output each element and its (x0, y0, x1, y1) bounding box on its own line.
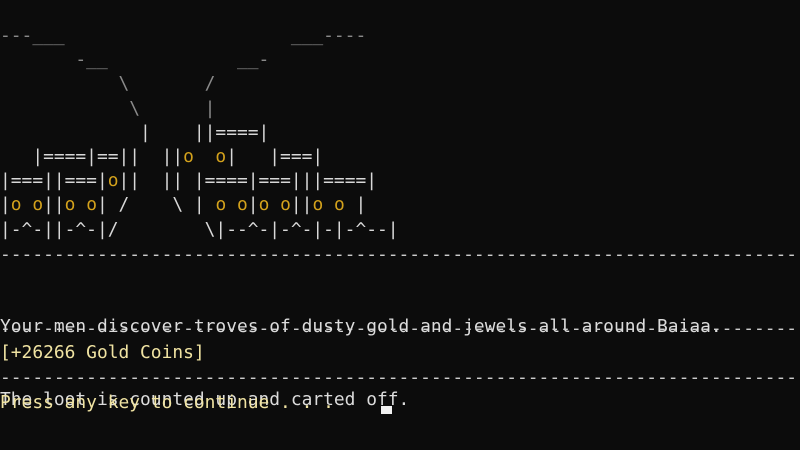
ascii-art-segment: ---___ ___---- (0, 25, 367, 46)
gold-coin-glyph: o o (183, 145, 227, 167)
ascii-art-segment: \ | (0, 97, 216, 119)
gold-coin-glyph: o (107, 170, 119, 192)
ascii-art-line: \ / (0, 72, 399, 96)
ascii-art-segment: |===||===| (0, 170, 108, 192)
divider-middle: ----------------------------------------… (0, 318, 800, 339)
ascii-art-segment: | / \ | (96, 194, 216, 216)
ascii-art-segment: || (43, 194, 65, 216)
terminal-window[interactable]: ---___ ___---- -__ __- \ / \ | | ||====|… (0, 0, 800, 450)
ascii-art-line: |===||===|o|| || |====|===|||====| (0, 169, 399, 193)
divider-bottom: ----------------------------------------… (0, 367, 800, 388)
ascii-art-segment: |-^-||-^-|/ \|--^-|-^-|-|-^--| (0, 218, 399, 240)
gold-reward: [+26266 Gold Coins] (0, 342, 205, 363)
ascii-art-segment: -__ __- (0, 49, 270, 71)
ascii-art-segment: | (344, 194, 367, 216)
ascii-art-line: |o o||o o| / \ | o o|o o||o o | (0, 193, 399, 217)
gold-coin-glyph: o o (312, 194, 345, 216)
gold-coin-glyph: o o (64, 194, 97, 216)
ascii-art-segment: | ||====| (0, 121, 270, 143)
ascii-art-segment: || || |====|===|||====| (118, 170, 378, 192)
ascii-art-line: -__ __- (0, 48, 399, 72)
ascii-art-segment: || (290, 194, 313, 216)
gold-coin-glyph: o o (215, 194, 248, 216)
ascii-art-segment: | |===| (226, 145, 324, 167)
ascii-art-segment: \ / (0, 73, 216, 95)
ascii-art-line: | ||====| (0, 121, 399, 145)
text-cursor (381, 406, 392, 414)
gold-coin-glyph: o o (10, 194, 44, 216)
ascii-art-line: |-^-||-^-|/ \|--^-|-^-|-|-^--| (0, 218, 399, 242)
ascii-art-line: ---___ ___---- (0, 24, 399, 48)
divider-top: ----------------------------------------… (0, 244, 800, 265)
ascii-art-line: |====|==|| ||o o| |===| (0, 145, 399, 169)
continue-prompt[interactable]: Press any key to continue . . . (0, 391, 345, 415)
ascii-art-segment: | (0, 194, 11, 216)
treasure-ascii-art: ---___ ___---- -__ __- \ / \ | | ||====|… (0, 24, 399, 242)
ascii-art-segment: | (247, 194, 259, 216)
ascii-art-segment: |====|==|| || (0, 145, 184, 167)
gold-coin-glyph: o o (258, 194, 291, 216)
ascii-art-line: \ | (0, 97, 399, 121)
